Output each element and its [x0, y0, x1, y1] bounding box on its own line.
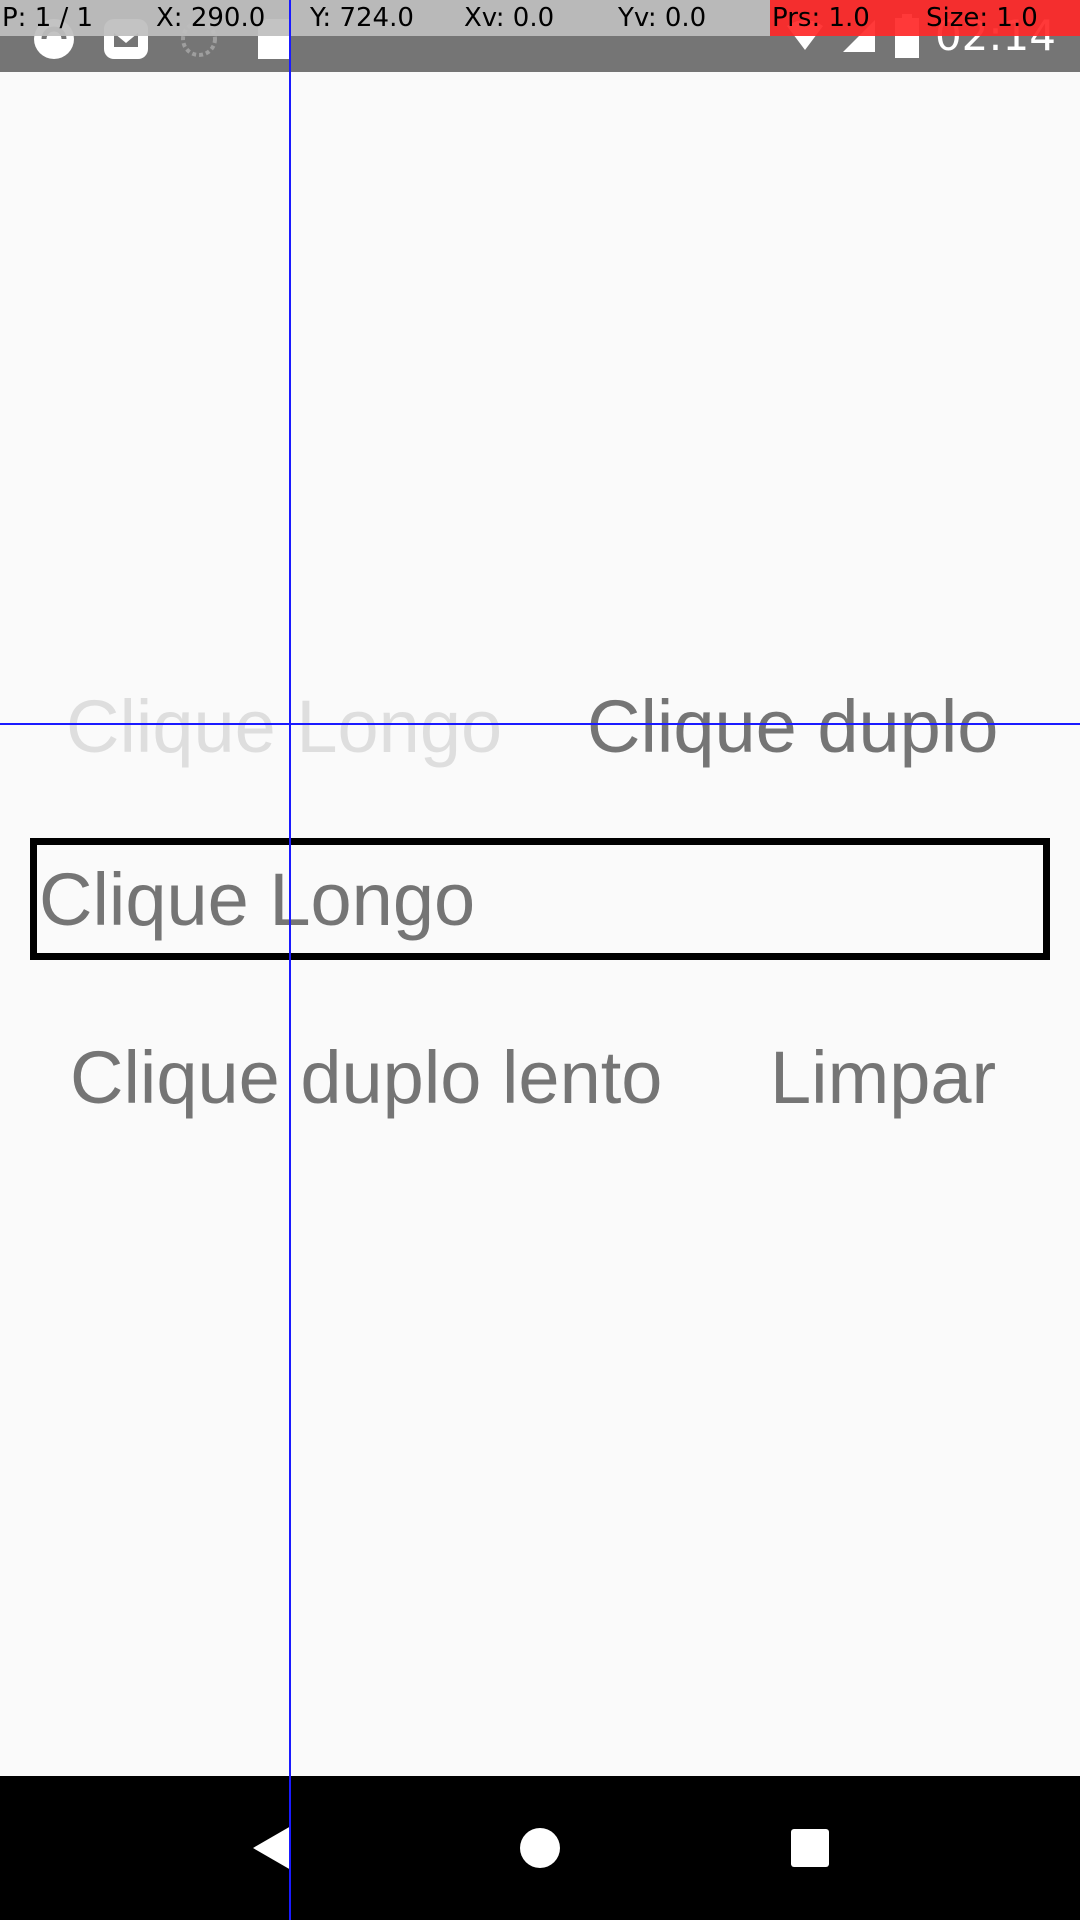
- pointer-x: X: 290.0: [154, 0, 308, 36]
- double-click-button[interactable]: Clique duplo: [587, 690, 998, 764]
- back-icon[interactable]: [245, 1820, 301, 1876]
- pointer-size: Size: 1.0: [924, 0, 1080, 36]
- result-box: Clique Longo: [30, 838, 1050, 960]
- home-icon[interactable]: [512, 1820, 568, 1876]
- clear-button[interactable]: Limpar: [770, 1041, 996, 1115]
- navigation-bar: [0, 1776, 1080, 1920]
- pointer-location-overlay: P: 1 / 1 X: 290.0 Y: 724.0 Xv: 0.0 Yv: 0…: [0, 0, 1080, 36]
- pointer-y: Y: 724.0: [308, 0, 462, 36]
- result-text: Clique Longo: [39, 858, 476, 941]
- pointer-pressure: Prs: 1.0: [770, 0, 924, 36]
- pointer-count: P: 1 / 1: [0, 0, 154, 36]
- slow-double-click-button[interactable]: Clique duplo lento: [70, 1041, 662, 1115]
- pointer-y-velocity: Yv: 0.0: [616, 0, 770, 36]
- crosshair-vertical-nav: [289, 1776, 291, 1920]
- long-click-button[interactable]: Clique Longo: [66, 690, 502, 764]
- crosshair-horizontal: [0, 723, 1080, 725]
- recents-icon[interactable]: [782, 1820, 838, 1876]
- pointer-x-velocity: Xv: 0.0: [462, 0, 616, 36]
- crosshair-vertical: [289, 0, 291, 1920]
